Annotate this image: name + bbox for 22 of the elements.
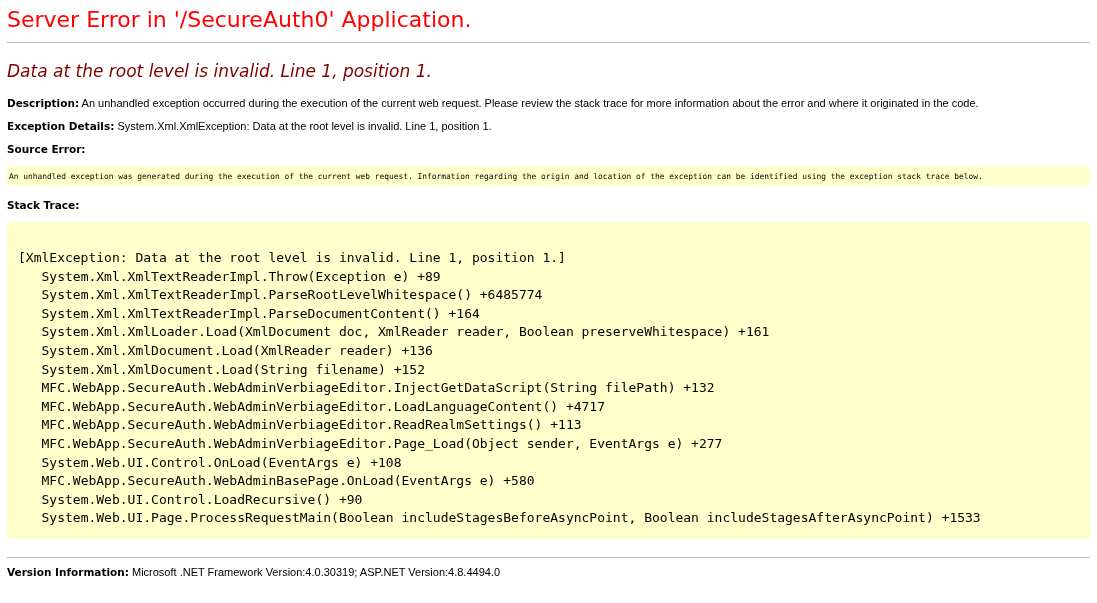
stack-frame-line: System.Xml.XmlTextReaderImpl.ParseRootLevelWhitespace() +6485774	[41, 286, 543, 305]
stack-frame-line: System.Web.UI.Control.OnLoad(EventArgs e) +108	[41, 453, 402, 472]
stack-frame-line: System.Xml.XmlDocument.Load(XmlReader reader) +136	[41, 341, 433, 360]
stack-frame-line: System.Xml.XmlLoader.Load(XmlDocument doc, XmlReader reader, Boolean preserveWhitespace) +161	[41, 323, 770, 342]
stack-frame-line: MFC.WebApp.SecureAuth.WebAdminVerbiageEditor.LoadLanguageContent() +4717	[41, 397, 606, 416]
stack-frame-line: System.Xml.XmlTextReaderImpl.ParseDocumentContent() +164	[41, 304, 480, 323]
stack-frame-line: System.Xml.XmlDocument.Load(String filename) +152	[41, 360, 425, 379]
stack-frame-line: MFC.WebApp.SecureAuth.WebAdminBasePage.OnLoad(EventArgs e) +580	[41, 472, 535, 491]
exception-line: [XmlException: Data at the root level is invalid. Line 1, position 1.]	[18, 249, 566, 267]
stack-frame-line: MFC.WebApp.SecureAuth.WebAdminVerbiageEditor.InjectGetDataScript(String filePath) +132	[41, 379, 715, 398]
exception-details-text: Exception Details: System.Xml.XmlException: Data at the root level is invalid. Line 1, position 1.	[7, 119, 493, 133]
section-heading: Stack Trace:	[7, 198, 81, 212]
stack-frame-line: System.Web.UI.Control.LoadRecursive() +90	[41, 490, 363, 509]
description-text: Description: An unhandled exception occurred during the execution of the current web request. Please review the stack trace for more information about the error and where it originated in the code.	[7, 96, 980, 110]
stack-frame-line: MFC.WebApp.SecureAuth.WebAdminVerbiageEditor.Page_Load(Object sender, EventArgs e) +277	[41, 434, 723, 453]
page-title: Server Error in '/SecureAuth0' Application.	[7, 6, 473, 34]
version-information-text: Version Information: Microsoft .NET Framework Version:4.0.30319; ASP.NET Version:4.8.4494.0	[7, 564, 502, 579]
stack-frame-line: System.Web.UI.Page.ProcessRequestMain(Boolean includeStagesBeforeAsyncPoint, Boolean includeStagesAfterAsyncPoint) +1533	[41, 509, 981, 528]
stack-frame-line: MFC.WebApp.SecureAuth.WebAdminVerbiageEditor.ReadRealmSettings() +113	[41, 416, 582, 435]
section-heading: Source Error:	[7, 142, 87, 156]
error-heading: Data at the root level is invalid. Line 1, position 1.	[7, 60, 433, 83]
stack-frame-line: System.Xml.XmlTextReaderImpl.Throw(Exception e) +89	[41, 267, 441, 286]
